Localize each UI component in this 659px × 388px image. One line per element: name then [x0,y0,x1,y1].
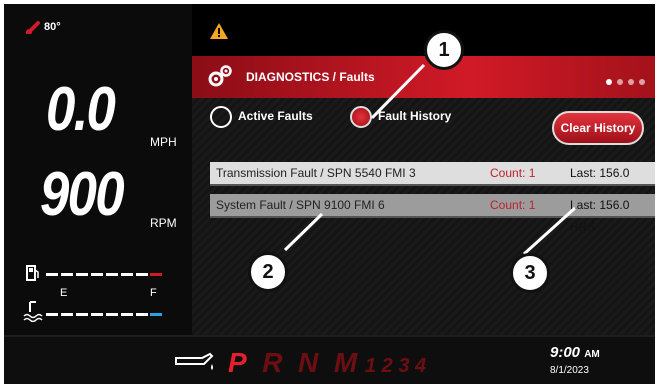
gear-manual: M [333,347,358,378]
fault-count: Count: 1 [490,166,536,180]
fault-title: Transmission Fault / SPN 5540 FMI 3 [216,166,416,180]
page-indicator[interactable] [601,72,645,90]
coolant-gauge-bar [46,313,162,316]
active-faults-radio[interactable]: Active Faults [210,106,313,128]
fuel-pump-icon [26,265,39,281]
callout-2: 2 [248,252,288,292]
fault-count: Count: 1 [490,198,536,212]
speed-value: 0.0 [46,75,116,144]
panel-header: DIAGNOSTICS / Faults [192,56,655,98]
diagnostics-panel: DIAGNOSTICS / Faults Active Faults Fault… [192,56,655,335]
clock-time: 9:00 [550,344,581,361]
fault-last: Last: 156.0 HRS [570,198,630,234]
clock-ampm: AM [584,349,600,360]
fuel-full-label: F [150,287,157,299]
callout-3: 3 [510,253,550,293]
fault-row[interactable]: Transmission Fault / SPN 5540 FMI 3 Coun… [210,162,655,202]
coolant-gauge-end-marker [150,313,162,316]
temperature-indicator: 80° [26,20,61,35]
gear-numbers: 1 2 3 4 [364,355,427,377]
gear-reverse: R [262,347,283,378]
date: 8/1/2023 [550,365,589,376]
engine-oil-icon [175,352,214,370]
coolant-icon [23,301,43,322]
speed-unit: MPH [150,135,177,149]
fuel-gauge-bar [46,273,162,276]
left-gauge-panel: 80° 0.0 MPH 900 RPM E F [4,4,192,335]
gear-icon [208,65,232,87]
bottom-status-bar: P R N M 1 2 3 4 9:00 AM 8/1/2023 [4,335,655,384]
active-faults-label: Active Faults [238,109,313,124]
warning-icon[interactable] [209,22,229,40]
fault-history-label: Fault History [378,109,452,124]
rpm-value: 900 [40,160,125,229]
fault-row[interactable]: System Fault / SPN 9100 FMI 6 Count: 1 L… [210,194,655,234]
panel-title: DIAGNOSTICS / Faults [246,70,375,84]
clear-history-button[interactable]: Clear History [552,111,644,145]
temperature-value: 80° [44,20,61,33]
fault-title: System Fault / SPN 9100 FMI 6 [216,198,385,212]
dashboard-screen: 80° 0.0 MPH 900 RPM E F DIAGNOSTICS / Fa… [4,4,655,384]
gear-neutral: N [298,347,319,378]
fault-history-radio[interactable]: Fault History [350,106,451,128]
clock: 9:00 AM [550,344,600,361]
fuel-empty-label: E [60,287,68,299]
rpm-unit: RPM [150,216,177,230]
fuel-gauge-end-marker [150,273,162,276]
gear-selector: P R N M 1 2 3 4 [228,347,426,379]
thermometer-icon [26,21,40,35]
callout-1: 1 [424,30,464,70]
gear-park: P [228,347,247,378]
